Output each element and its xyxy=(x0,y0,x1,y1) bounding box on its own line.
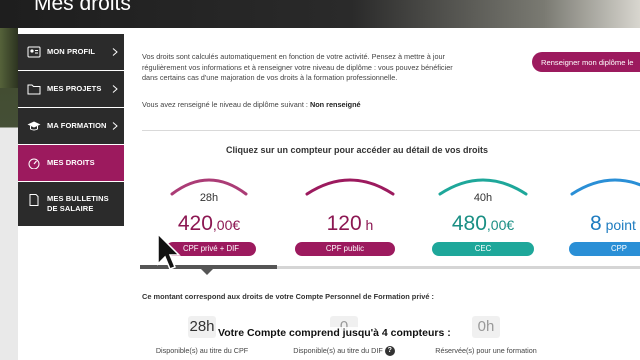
gauge-arc xyxy=(570,178,640,196)
fill-diploma-button[interactable]: Renseigner mon diplôme le xyxy=(532,52,640,72)
cpf-available-value: 28h xyxy=(188,316,216,338)
counter-amount: 120 h xyxy=(285,212,415,237)
counter-amount-suffix: h xyxy=(361,217,374,233)
id-card-icon xyxy=(27,46,41,58)
sidebar-item-mes-droits[interactable]: MES DROITS xyxy=(18,145,124,181)
counter-amount-suffix: point xyxy=(601,217,636,233)
sidebar-item-label: MES DROITS xyxy=(47,158,95,167)
counter-cec[interactable]: 40h 480,00€ CEC xyxy=(418,172,548,262)
section-description: Ce montant correspond aux droits de votr… xyxy=(142,292,434,301)
sidebar-item-label: MON PROFIL xyxy=(47,47,96,56)
sidebar-item-mon-profil[interactable]: MON PROFIL xyxy=(18,34,124,70)
dif-available-caption: Disponible(s) au titre du DIF xyxy=(293,346,383,355)
sidebar-item-label: MA FORMATION xyxy=(47,121,107,130)
page-header: Mes droits xyxy=(0,0,640,28)
sidebar-item-mes-bulletins[interactable]: MES BULLETINS DE SALAIRE xyxy=(18,182,124,226)
reserved-training-value: 0h xyxy=(472,316,500,338)
counter-label: CPP xyxy=(569,242,640,256)
graduation-cap-icon xyxy=(27,121,41,131)
counter-hours: 40h xyxy=(473,192,493,204)
left-background-photo xyxy=(0,28,18,88)
chevron-right-icon xyxy=(112,122,118,130)
info-icon[interactable]: ? xyxy=(384,346,395,357)
counter-amount: 480,00€ xyxy=(418,212,548,237)
counter-amount-suffix: ,00€ xyxy=(486,217,515,233)
chevron-right-icon xyxy=(112,85,118,93)
page-title: Mes droits xyxy=(34,0,131,15)
folder-icon xyxy=(27,84,41,95)
sidebar-item-ma-formation[interactable]: MA FORMATION xyxy=(18,108,124,144)
selector-caret-icon xyxy=(201,269,213,275)
diploma-level-value: Non renseigné xyxy=(309,100,361,109)
diploma-level-line: Vous avez renseigné le niveau de diplôme… xyxy=(142,100,361,109)
dif-available-caption-wrap: Disponible(s) au titre du DIF? xyxy=(284,346,404,357)
diploma-level-prefix: Vous avez renseigné le niveau de diplôme… xyxy=(142,100,310,109)
counter-amount-value: 8 xyxy=(590,212,602,235)
sidebar-item-label: MES BULLETINS DE SALAIRE xyxy=(47,194,109,213)
video-caption: Votre Compte comprend jusqu'à 4 compteur… xyxy=(216,327,453,339)
sidebar-nav: MON PROFIL MES PROJETS MA FORMATION MES … xyxy=(18,34,124,227)
divider xyxy=(142,130,640,131)
counter-amount: 8 point xyxy=(590,212,640,237)
document-icon xyxy=(29,193,39,206)
counter-hours: 28h xyxy=(199,192,219,204)
mouse-cursor-icon xyxy=(157,232,181,270)
sidebar-item-label: MES PROJETS xyxy=(47,84,102,93)
reserved-training-caption: Réservée(s) pour une formation xyxy=(435,346,537,355)
chevron-right-icon xyxy=(112,48,118,56)
counter-amount-value: 120 xyxy=(326,212,362,235)
counter-label: CEC xyxy=(432,242,534,256)
counter-label: CPF public xyxy=(295,242,395,256)
gauge-arc xyxy=(305,178,395,196)
counter-amount-value: 480 xyxy=(451,212,487,235)
counter-cpf-public[interactable]: 120 h CPF public xyxy=(285,172,415,262)
sidebar-item-mes-projets[interactable]: MES PROJETS xyxy=(18,71,124,107)
intro-text: Vos droits sont calculés automatiquement… xyxy=(142,52,453,83)
counters-title: Cliquez sur un compteur pour accéder au … xyxy=(225,145,489,155)
counter-amount-suffix: ,00€ xyxy=(212,217,241,233)
cpf-available-caption: Disponible(s) au titre du CPF xyxy=(155,346,249,355)
counter-amount-value: 420 xyxy=(177,212,213,235)
counter-cpp[interactable]: 8 point CPP xyxy=(566,172,640,262)
gauge-icon xyxy=(28,158,40,169)
